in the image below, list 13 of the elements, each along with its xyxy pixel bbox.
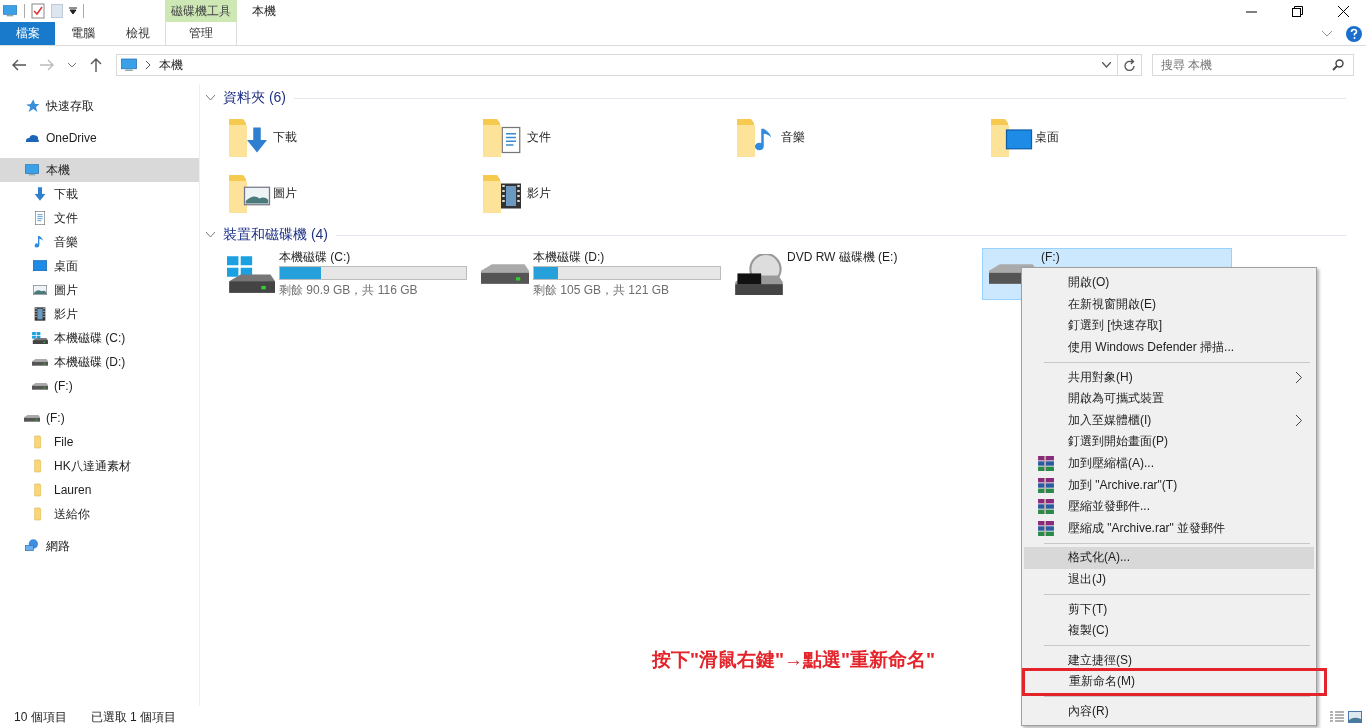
- section-title: 裝置和磁碟機 (4): [223, 226, 328, 244]
- window-title: 本機: [252, 2, 276, 20]
- selection-count: 已選取 1 個項目: [90, 708, 177, 726]
- drive-name: 本機磁碟 (C:): [279, 250, 352, 264]
- free-space-text: 剩餘 90.9 GB，共 116 GB: [279, 282, 419, 299]
- free-space-text: 剩餘 105 GB，共 121 GB: [533, 282, 671, 299]
- item-count: 10 個項目: [14, 708, 67, 726]
- drive-name: DVD RW 磁碟機 (E:): [787, 250, 898, 264]
- drive-name: 本機磁碟 (D:): [533, 250, 606, 264]
- annotation-text: 按下"滑鼠右鍵"→點選"重新命名": [652, 648, 936, 672]
- drive-name: (F:): [1041, 250, 1060, 264]
- contextual-tab-group: 磁碟機工具: [165, 0, 237, 22]
- section-title: 資料夾 (6): [223, 89, 286, 107]
